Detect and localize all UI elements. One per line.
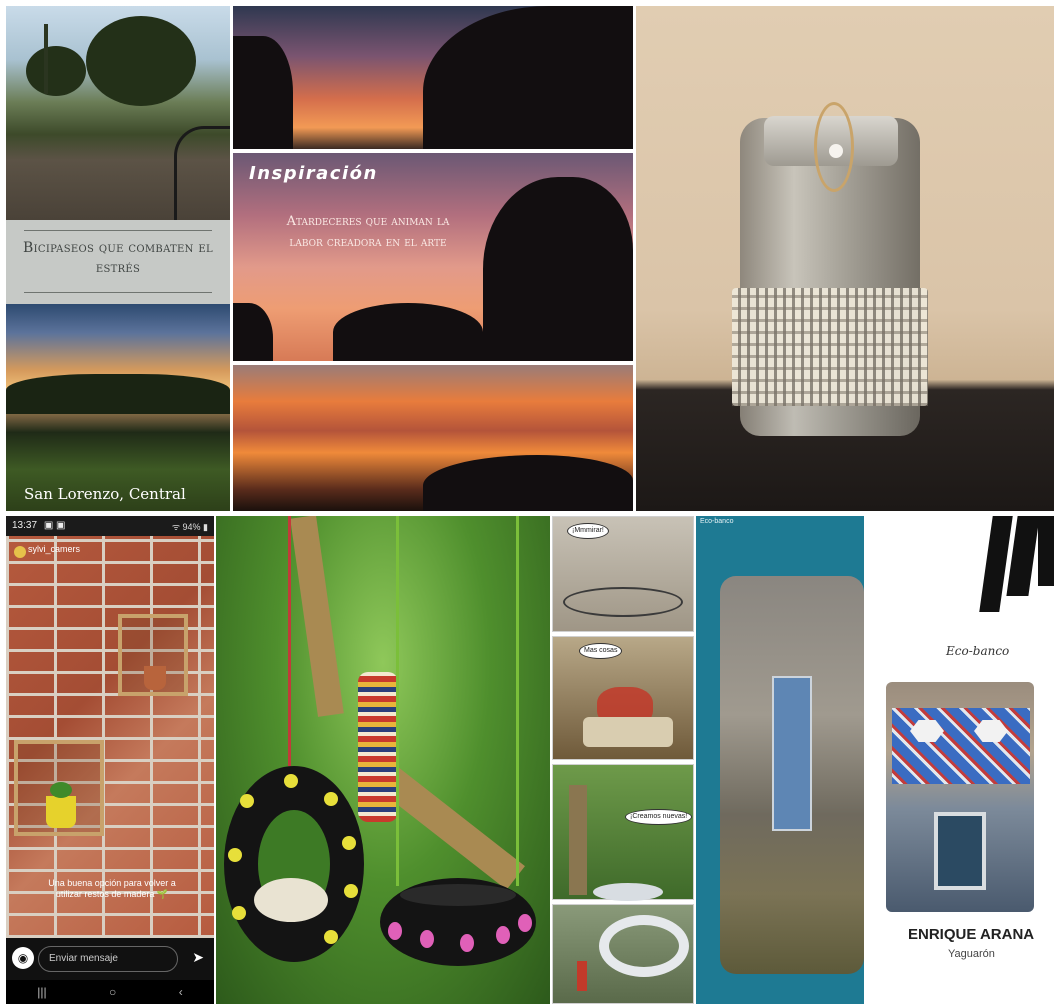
battery-signal: ᯤ 94% ▮ (171, 522, 208, 532)
tire-swings-photo (216, 516, 550, 1004)
speech-bubble-3: ¡Creamos nuevas! (625, 809, 693, 825)
comic-frame-3: ¡Creamos nuevas! (552, 764, 694, 901)
status-icons: ▣ ▣ (43, 520, 66, 531)
sunset-inspiration-panel: Inspiración Atardeceres que animan la la… (233, 6, 633, 511)
bottle-cap-mosaic (892, 708, 1030, 784)
wooden-shelf-upper (118, 614, 188, 696)
send-icon[interactable]: ➤ (192, 949, 204, 966)
comic-frame-1: ¡Mmmirar! (552, 516, 694, 632)
author-place: Yaguarón (948, 948, 995, 960)
eco-banco-panel: Eco-banco Eco-banco ENRIQUE ARANA Yaguar… (696, 516, 1054, 1004)
location-caption: San Lorenzo, Central (24, 485, 186, 503)
speech-bubble-2: Mas cosas (579, 643, 623, 659)
story-username[interactable]: sylvi_camers (28, 544, 80, 554)
tree-trunk (290, 516, 344, 717)
inspiration-text: Atardeceres que animan la labor creadora… (286, 214, 450, 250)
bike-title-box: Bicipaseos que combaten el estrés (6, 220, 230, 304)
back-icon[interactable]: ‹ (179, 985, 183, 999)
comic-frame-2: Mas cosas (552, 636, 694, 760)
red-rope (288, 516, 291, 766)
striped-blanket (358, 672, 398, 822)
bike-ride-panel: Bicipaseos que combaten el estrés San Lo… (6, 6, 230, 511)
field-sunset-photo: San Lorenzo, Central (6, 304, 230, 511)
green-rope-right (516, 516, 519, 886)
author-name: ENRIQUE ARANA (908, 926, 1035, 943)
eco-subtitle: Eco-banco (946, 644, 1010, 658)
camera-icon[interactable]: ◉ (12, 947, 34, 969)
status-bar: 13:37 ▣ ▣ ᯤ 94% ▮ (6, 516, 214, 536)
home-icon[interactable]: ○ (109, 985, 116, 999)
cobblestone-road-photo (6, 6, 230, 220)
brush-stroke-3 (1038, 516, 1054, 586)
sunset-photo-1 (233, 6, 633, 149)
sunset-photo-3 (233, 365, 633, 511)
android-nav-bar: ||| ○ ‹ (6, 980, 214, 1004)
bench-window (934, 812, 986, 890)
bike-title: Bicipaseos que combaten el estrés (23, 240, 213, 276)
avatar[interactable] (14, 546, 26, 558)
message-input[interactable]: Enviar mensaje (38, 946, 178, 972)
wooden-shelf-lower (14, 740, 104, 836)
decorated-jar-photo (636, 6, 1054, 511)
status-clock: 13:37 (12, 520, 38, 531)
yellow-dotted-tire (224, 766, 364, 962)
recent-apps-icon[interactable]: ||| (37, 985, 46, 999)
pink-dotted-tire (380, 878, 536, 966)
corner-label: Eco-banco (700, 518, 734, 525)
speech-bubble-1: ¡Mmmirar! (567, 523, 609, 539)
message-bar: ◉ Enviar mensaje ➤ (6, 938, 214, 980)
brick-wall-photo: sylvi_camers Una buena opción para volve… (6, 536, 214, 938)
green-rope-left (396, 516, 399, 886)
inspiration-heading: Inspiración (249, 163, 378, 184)
comic-strip: ¡Mmmirar! Mas cosas ¡Creamos nuevas! (552, 516, 694, 1004)
comic-frame-4 (552, 904, 694, 1004)
pearl-bead (829, 144, 843, 158)
phone-story-screenshot: 13:37 ▣ ▣ ᯤ 94% ▮ sylvi_camers Una buena… (6, 516, 214, 1004)
sunset-photo-2: Inspiración Atardeceres que animan la la… (233, 153, 633, 361)
bottle-bench (772, 676, 812, 831)
lace-band (732, 288, 928, 406)
story-caption: Una buena opción para volver a utilizar … (48, 878, 176, 899)
